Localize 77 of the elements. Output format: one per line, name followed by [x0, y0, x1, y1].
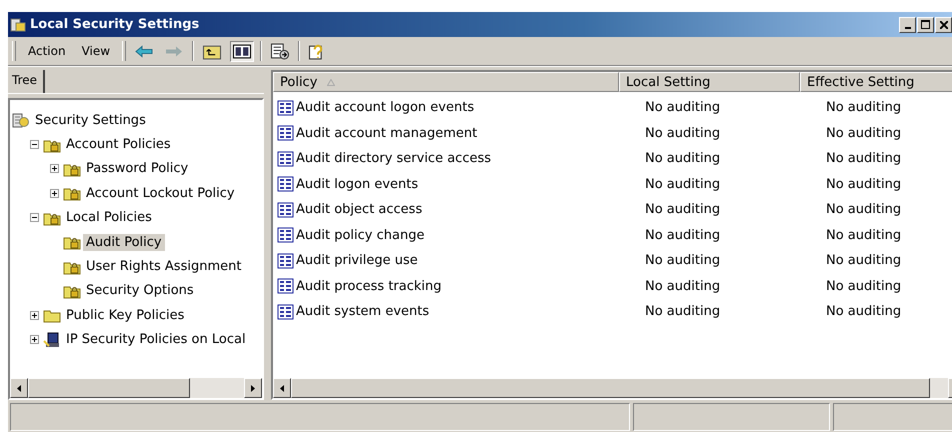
policy-name[interactable]: Audit object access [295, 202, 644, 218]
policy-icon [277, 150, 295, 167]
policy-name[interactable]: Audit account logon events [295, 100, 644, 116]
policy-icon [277, 100, 295, 116]
left-arrow-icon [280, 384, 284, 392]
policy-name[interactable]: Audit policy change [295, 228, 644, 243]
table-cell-text: No auditing [644, 253, 722, 268]
security-settings-icon [12, 112, 30, 128]
maximize-icon [921, 20, 930, 29]
policy-icon [277, 304, 295, 320]
tree-item[interactable]: IP Security Policies on Local [63, 331, 249, 348]
collapse-button[interactable] [30, 213, 41, 222]
table-cell-text: No auditing [644, 304, 722, 320]
tree-pane-icon[interactable] [230, 40, 254, 62]
policy-name[interactable]: Audit logon events [295, 176, 644, 192]
horizontal-scrollbar[interactable] [10, 378, 262, 398]
expand-button[interactable] [30, 310, 41, 320]
minimize-icon [904, 26, 910, 28]
tree-item[interactable]: Security Settings [32, 112, 149, 129]
left-arrow-icon [17, 384, 21, 392]
policy-icon [277, 176, 295, 192]
policy-name[interactable]: Audit process tracking [295, 278, 644, 294]
scroll-thumb[interactable] [28, 378, 190, 398]
table-cell-text: No auditing [644, 202, 722, 218]
table-cell-text: No auditing [825, 151, 902, 166]
column-header[interactable]: Policy [273, 72, 619, 92]
menu-item[interactable]: View [76, 42, 116, 60]
tree-item[interactable]: Audit Policy [83, 234, 165, 251]
table-cell-text: No auditing [825, 253, 902, 268]
table-cell-text: No auditing [644, 126, 722, 141]
right-arrow-icon [251, 384, 255, 392]
maximize-button[interactable] [917, 16, 934, 32]
policy-icon [277, 202, 295, 218]
tree-item[interactable]: Public Key Policies [63, 306, 188, 324]
tree-item[interactable]: Account Lockout Policy [83, 184, 238, 202]
table-cell-text: No auditing [825, 228, 902, 243]
table-cell-text: No auditing [825, 304, 902, 320]
scroll-right-button[interactable] [244, 378, 262, 398]
policy-name[interactable]: Audit account management [295, 126, 644, 141]
policy-name[interactable]: Audit privilege use [295, 253, 644, 268]
table-cell-text: No auditing [825, 278, 902, 294]
policy-icon [277, 125, 295, 142]
scroll-left-button[interactable] [10, 378, 28, 398]
column-header[interactable]: Local Setting [619, 72, 800, 92]
table-cell-text: No auditing [825, 126, 902, 141]
collapse-button[interactable] [30, 140, 41, 150]
tree-item[interactable]: Security Options [83, 282, 197, 300]
table-cell-text: No auditing [825, 100, 902, 116]
policy-name[interactable]: Audit system events [295, 304, 644, 320]
table-cell-text: No auditing [644, 151, 722, 166]
sort-arrow-icon [327, 78, 336, 86]
table-cell-text: No auditing [825, 176, 902, 192]
expand-button[interactable] [50, 188, 61, 198]
table-cell-text: No auditing [825, 202, 902, 218]
table-cell-text: No auditing [644, 278, 722, 294]
scroll-left-button[interactable] [273, 378, 291, 398]
app-icon [10, 16, 26, 32]
computer-icon [43, 332, 61, 348]
minimize-button[interactable] [899, 16, 916, 32]
window-title: Local Security Settings [30, 17, 200, 32]
policy-icon [277, 278, 295, 294]
menu-item[interactable]: Action [22, 42, 72, 60]
close-button[interactable] [935, 16, 952, 32]
tree-item[interactable]: User Rights Assignment [83, 258, 244, 276]
expand-button[interactable] [50, 164, 61, 174]
table-cell-text: No auditing [644, 176, 722, 192]
table-cell-text: No auditing [644, 100, 722, 116]
policy-icon [277, 227, 295, 244]
tree-item[interactable]: Account Policies [63, 136, 174, 154]
column-header[interactable]: Effective Setting [800, 72, 952, 92]
close-icon [940, 20, 948, 28]
policy-icon [277, 252, 295, 269]
expand-button[interactable] [30, 335, 41, 344]
policy-name[interactable]: Audit directory service access [295, 151, 644, 166]
table-cell-text: No auditing [644, 228, 722, 243]
tree-item[interactable]: Local Policies [63, 209, 155, 226]
tree-item[interactable]: Password Policy [83, 160, 192, 178]
